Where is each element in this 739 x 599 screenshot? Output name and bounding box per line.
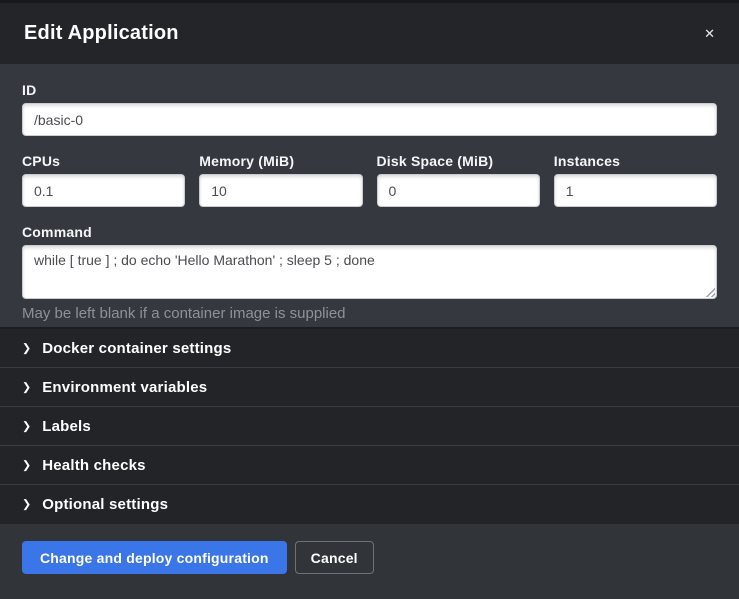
id-input[interactable] xyxy=(22,103,717,136)
modal-footer: Change and deploy configuration Cancel xyxy=(0,524,739,599)
chevron-right-icon: ❯ xyxy=(22,421,31,432)
cancel-button[interactable]: Cancel xyxy=(295,541,374,574)
id-label: ID xyxy=(22,82,717,98)
application-form: ID CPUs Memory (MiB) Disk Space (MiB) In… xyxy=(0,64,739,327)
command-help-text: May be left blank if a container image i… xyxy=(22,305,717,322)
memory-input[interactable] xyxy=(199,174,362,207)
collapsible-sections: ❯ Docker container settings ❯ Environmen… xyxy=(0,327,739,524)
cpus-input[interactable] xyxy=(22,174,185,207)
modal-title: Edit Application xyxy=(24,22,179,45)
section-optional-settings[interactable]: ❯ Optional settings xyxy=(0,485,739,524)
command-label: Command xyxy=(22,224,717,240)
disk-space-field-group: Disk Space (MiB) xyxy=(377,153,540,207)
disk-space-input[interactable] xyxy=(377,174,540,207)
instances-label: Instances xyxy=(554,153,717,169)
cpus-field-group: CPUs xyxy=(22,153,185,207)
section-label: Labels xyxy=(42,418,91,435)
id-field-group: ID xyxy=(22,82,717,136)
section-labels[interactable]: ❯ Labels xyxy=(0,407,739,446)
section-docker-container-settings[interactable]: ❯ Docker container settings xyxy=(0,329,739,368)
command-field-group: Command while [ true ] ; do echo 'Hello … xyxy=(22,224,717,322)
instances-field-group: Instances xyxy=(554,153,717,207)
close-icon[interactable]: ✕ xyxy=(698,21,721,46)
chevron-right-icon: ❯ xyxy=(22,460,31,471)
edit-application-modal: Edit Application ✕ ID CPUs Memory (MiB) … xyxy=(0,0,739,599)
command-textarea[interactable]: while [ true ] ; do echo 'Hello Marathon… xyxy=(22,245,717,299)
disk-space-label: Disk Space (MiB) xyxy=(377,153,540,169)
cpus-label: CPUs xyxy=(22,153,185,169)
section-label: Docker container settings xyxy=(42,340,231,357)
section-environment-variables[interactable]: ❯ Environment variables xyxy=(0,368,739,407)
memory-field-group: Memory (MiB) xyxy=(199,153,362,207)
chevron-right-icon: ❯ xyxy=(22,343,31,354)
instances-input[interactable] xyxy=(554,174,717,207)
section-label: Environment variables xyxy=(42,379,207,396)
chevron-right-icon: ❯ xyxy=(22,500,31,511)
memory-label: Memory (MiB) xyxy=(199,153,362,169)
change-and-deploy-button[interactable]: Change and deploy configuration xyxy=(22,541,287,574)
section-health-checks[interactable]: ❯ Health checks xyxy=(0,446,739,485)
command-textarea-wrap: while [ true ] ; do echo 'Hello Marathon… xyxy=(22,245,717,299)
resource-fields-row: CPUs Memory (MiB) Disk Space (MiB) Insta… xyxy=(22,153,717,207)
section-label: Health checks xyxy=(42,457,145,474)
modal-header: Edit Application ✕ xyxy=(0,3,739,64)
section-label: Optional settings xyxy=(42,496,168,513)
chevron-right-icon: ❯ xyxy=(22,382,31,393)
